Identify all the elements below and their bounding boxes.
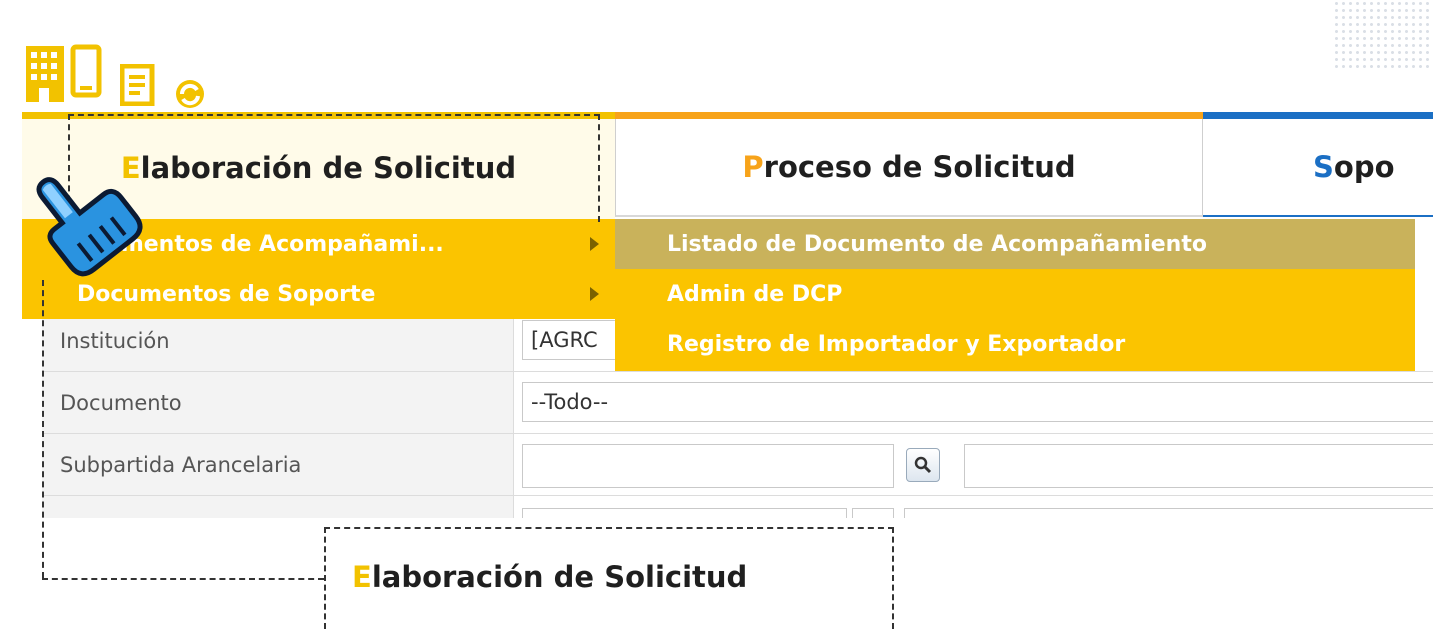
search-button[interactable] <box>906 448 940 482</box>
menu-item-label: Documentos de Soporte <box>77 281 376 307</box>
decorative-dots <box>1333 0 1433 70</box>
pointer-hand-icon <box>36 177 143 277</box>
tab-proceso-de-solicitud[interactable]: Proceso de Solicitud <box>615 119 1203 217</box>
logo <box>100 0 218 20</box>
chevron-right-icon <box>590 287 599 301</box>
tab-label: roceso de Solicitud <box>763 150 1076 184</box>
tab-initial: P <box>742 150 764 184</box>
tab-indicator-blue <box>1203 112 1433 119</box>
field-label: Institución <box>42 310 514 371</box>
submenu-item-registro-importador[interactable]: Registro de Importador y Exportador <box>615 319 1415 369</box>
submenu: Listado de Documento de Acompañamiento A… <box>615 219 1415 371</box>
tab-soporte[interactable]: Sopo <box>1203 119 1433 217</box>
field-label: Subpartida Arancelaria <box>42 434 514 495</box>
search-icon <box>914 456 932 474</box>
callout-frame-top <box>68 114 600 222</box>
refresh-icon[interactable] <box>170 74 210 108</box>
form-row-subpartida: Subpartida Arancelaria <box>42 434 1433 496</box>
callout-line-vertical <box>42 280 44 578</box>
documento-select[interactable]: --Todo-- <box>522 382 1433 422</box>
callout-zoom-label: Elaboración de Solicitud <box>352 560 747 594</box>
submenu-item-listado-documento[interactable]: Listado de Documento de Acompañamiento <box>615 219 1415 269</box>
phone-icon[interactable] <box>70 44 104 100</box>
callout-line-horizontal <box>42 578 324 580</box>
building-icon[interactable] <box>24 44 70 104</box>
callout-initial: E <box>352 560 372 594</box>
subpartida-code-input[interactable] <box>522 444 894 488</box>
tab-label: opo <box>1333 150 1395 184</box>
submenu-item-admin-dcp[interactable]: Admin de DCP <box>615 269 1415 319</box>
field-label: Documento <box>42 372 514 433</box>
subpartida-description-input[interactable] <box>964 444 1433 488</box>
callout-text: laboración de Solicitud <box>371 560 748 594</box>
tab-indicator-orange <box>615 112 1205 119</box>
tab-initial: S <box>1313 150 1334 184</box>
document-icon[interactable] <box>120 64 160 106</box>
form-row-documento: Documento --Todo-- <box>42 372 1433 434</box>
chevron-right-icon <box>590 237 599 251</box>
